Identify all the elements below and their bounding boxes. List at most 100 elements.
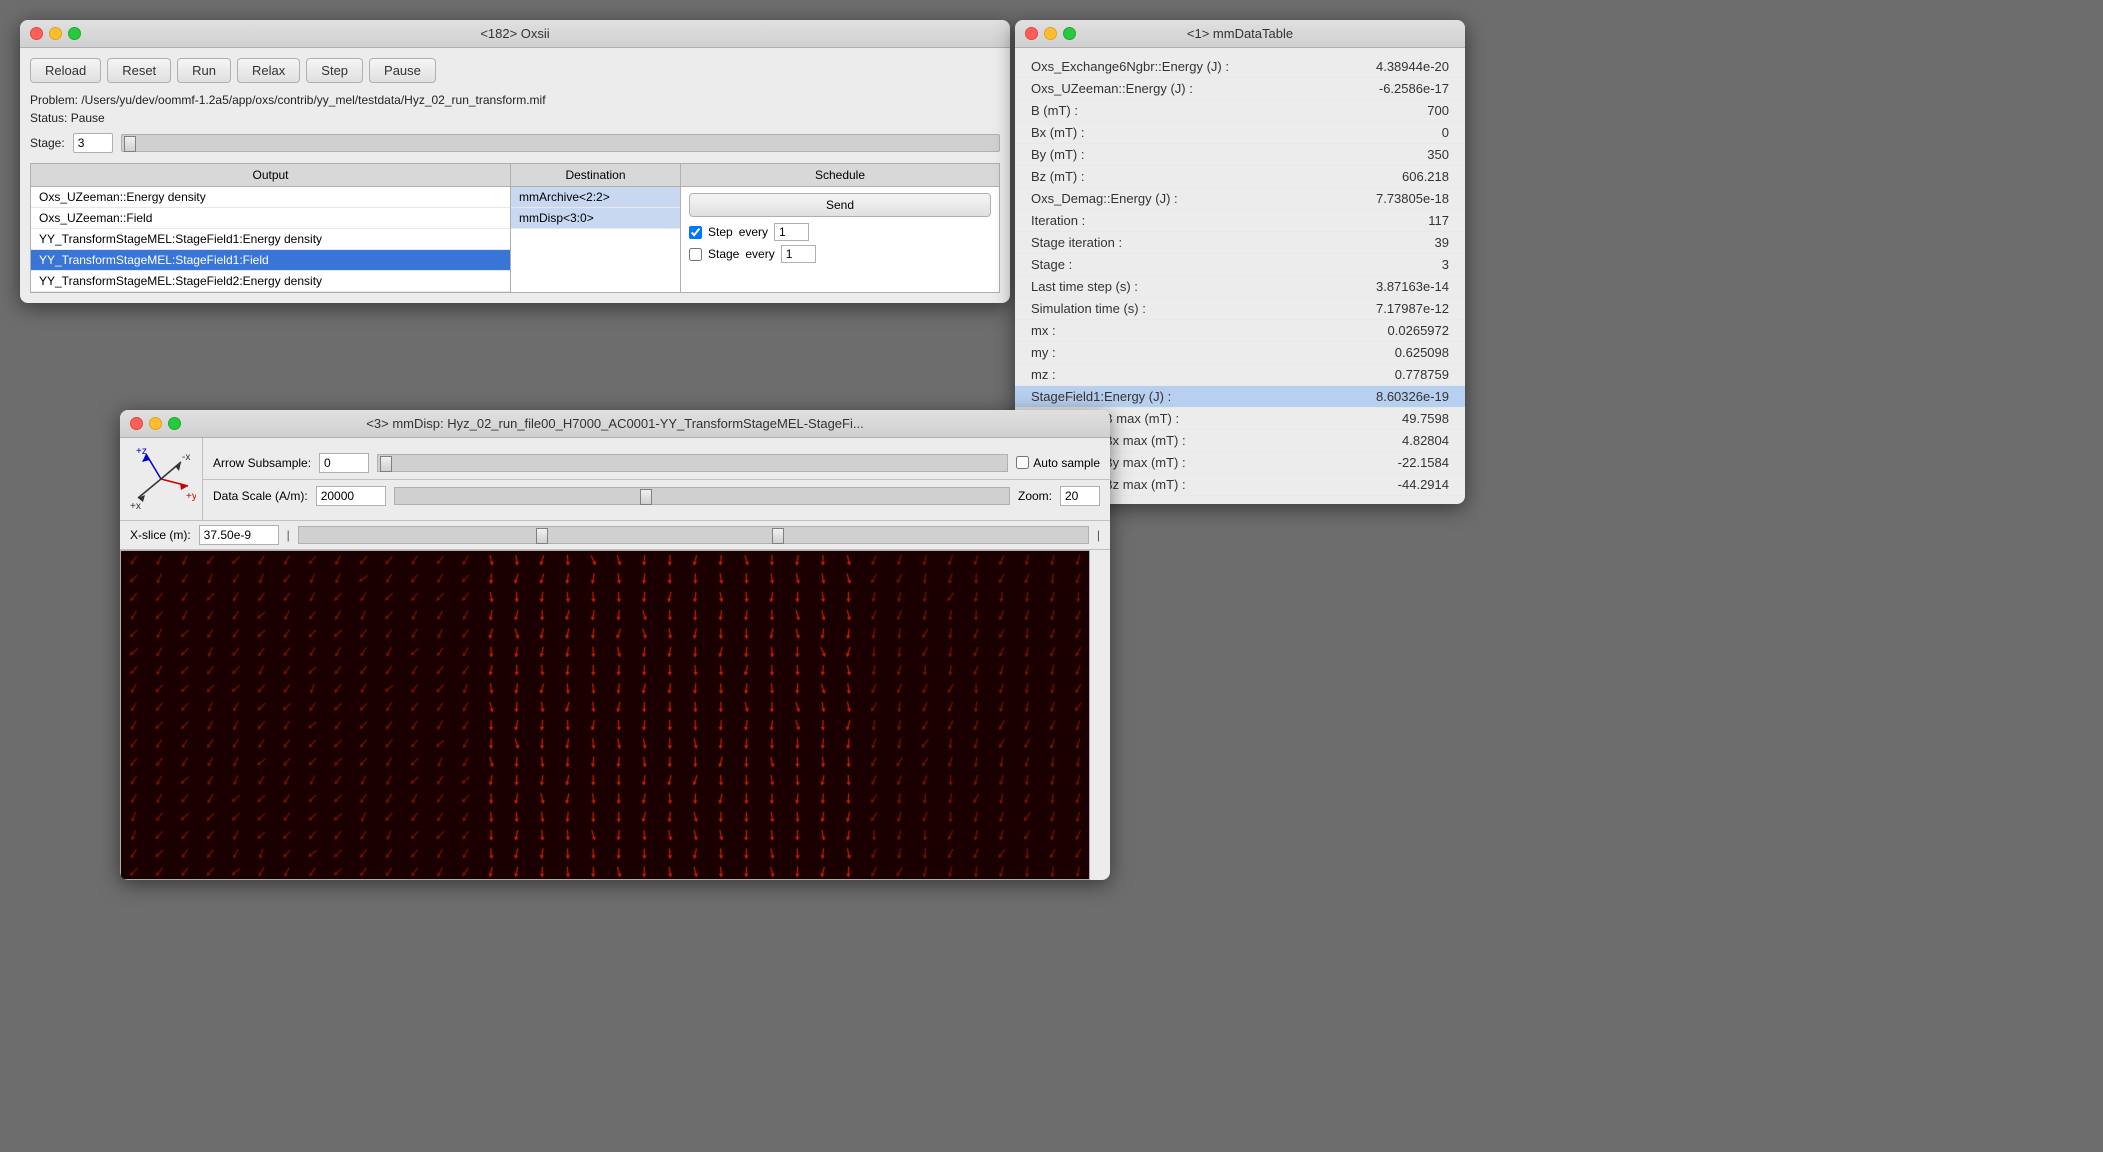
arrow-subsample-input[interactable]: 0 [319, 453, 369, 473]
output-column: Output Oxs_UZeeman::Energy density Oxs_U… [31, 164, 511, 292]
svg-text:+x: +x [130, 501, 141, 512]
dt-label-1: Oxs_UZeeman::Energy (J) : [1031, 81, 1193, 96]
stage-input[interactable]: 3 [73, 133, 113, 153]
oxsii-title-bar: <182> Oxsii [20, 20, 1010, 48]
dt-label-15: StageField1:Energy (J) : [1031, 389, 1171, 404]
dt-row-0: Oxs_Exchange6Ngbr::Energy (J) : 4.38944e… [1015, 56, 1465, 78]
dt-label-6: Oxs_Demag::Energy (J) : [1031, 191, 1178, 206]
dest-item-1[interactable]: mmDisp<3:0> [511, 208, 680, 229]
dt-value-17: 4.82804 [1402, 433, 1449, 448]
dt-value-16: 49.7598 [1402, 411, 1449, 426]
output-header: Output [31, 164, 510, 187]
step-every-input[interactable]: 1 [774, 223, 809, 241]
stage-row: Stage: 3 [30, 133, 1000, 153]
dt-value-8: 39 [1435, 235, 1449, 250]
dt-row-3: Bx (mT) : 0 [1015, 122, 1465, 144]
output-item-2[interactable]: YY_TransformStageMEL:StageField1:Energy … [31, 229, 510, 250]
oxsii-minimize-button[interactable] [49, 27, 62, 40]
stage-slider[interactable] [121, 134, 1000, 152]
xslice-input[interactable]: 37.50e-9 [199, 525, 279, 545]
zoom-input[interactable]: 20 [1060, 486, 1100, 506]
pause-button[interactable]: Pause [369, 58, 436, 83]
datatable-maximize-button[interactable] [1063, 27, 1076, 40]
output-item-1[interactable]: Oxs_UZeeman::Field [31, 208, 510, 229]
dt-row-11: Simulation time (s) : 7.17987e-12 [1015, 298, 1465, 320]
datatable-title: <1> mmDataTable [1187, 26, 1293, 41]
xslice-marker: | [287, 528, 290, 542]
oxsii-close-button[interactable] [30, 27, 43, 40]
dt-row-2: B (mT) : 700 [1015, 100, 1465, 122]
schedule-header: Schedule [681, 164, 999, 187]
dt-label-14: mz : [1031, 367, 1056, 382]
oxsii-maximize-button[interactable] [68, 27, 81, 40]
datatable-traffic-lights [1025, 27, 1076, 40]
xslice-slider[interactable] [298, 526, 1089, 544]
reload-button[interactable]: Reload [30, 58, 101, 83]
svg-text:+y: +y [186, 491, 196, 502]
destination-header: Destination [511, 164, 680, 187]
output-item-0[interactable]: Oxs_UZeeman::Energy density [31, 187, 510, 208]
axis-diagram: +z -x +y +x [126, 444, 196, 514]
dt-value-15: 8.60326e-19 [1376, 389, 1449, 404]
dt-value-4: 350 [1427, 147, 1449, 162]
step-checkbox[interactable] [689, 226, 702, 239]
data-scale-slider[interactable] [394, 487, 1010, 505]
dt-row-15: StageField1:Energy (J) : 8.60326e-19 [1015, 386, 1465, 408]
step-button[interactable]: Step [306, 58, 363, 83]
data-scale-input[interactable]: 20000 [316, 486, 386, 506]
arrow-subsample-slider[interactable] [377, 454, 1008, 472]
dt-value-14: 0.778759 [1395, 367, 1449, 382]
stage-every-input[interactable]: 1 [781, 245, 816, 263]
dt-value-10: 3.87163e-14 [1376, 279, 1449, 294]
mmdisp-title-bar: <3> mmDisp: Hyz_02_run_file00_H7000_AC00… [120, 410, 1110, 438]
dt-label-11: Simulation time (s) : [1031, 301, 1146, 316]
vector-field-display[interactable] [120, 550, 1090, 880]
dt-value-5: 606.218 [1402, 169, 1449, 184]
xslice-label: X-slice (m): [130, 528, 191, 542]
dt-value-6: 7.73805e-18 [1376, 191, 1449, 206]
dt-row-4: By (mT) : 350 [1015, 144, 1465, 166]
xslice-row: X-slice (m): 37.50e-9 | | [120, 521, 1110, 550]
stage-every-label: every [745, 247, 774, 261]
datatable-title-bar: <1> mmDataTable [1015, 20, 1465, 48]
dest-item-0[interactable]: mmArchive<2:2> [511, 187, 680, 208]
run-button[interactable]: Run [177, 58, 231, 83]
datatable-minimize-button[interactable] [1044, 27, 1057, 40]
stage-sched-checkbox[interactable] [689, 248, 702, 261]
xslice-end-marker: | [1097, 528, 1100, 542]
datatable-close-button[interactable] [1025, 27, 1038, 40]
mmdisp-title: <3> mmDisp: Hyz_02_run_file00_H7000_AC00… [366, 416, 863, 431]
dt-value-11: 7.17987e-12 [1376, 301, 1449, 316]
mmdisp-minimize-button[interactable] [149, 417, 162, 430]
mmdisp-traffic-lights [130, 417, 181, 430]
oxsii-traffic-lights [30, 27, 81, 40]
send-button[interactable]: Send [689, 193, 991, 217]
dt-label-5: Bz (mT) : [1031, 169, 1084, 184]
stage-schedule-row: Stage every 1 [689, 245, 991, 263]
problem-path: Problem: /Users/yu/dev/oommf-1.2a5/app/o… [30, 93, 1000, 107]
auto-sample-container: Auto sample [1016, 456, 1100, 470]
reset-button[interactable]: Reset [107, 58, 171, 83]
output-item-4[interactable]: YY_TransformStageMEL:StageField2:Energy … [31, 271, 510, 292]
dt-row-8: Stage iteration : 39 [1015, 232, 1465, 254]
dt-label-13: my : [1031, 345, 1056, 360]
svg-text:-x: -x [182, 452, 190, 463]
relax-button[interactable]: Relax [237, 58, 300, 83]
dt-row-1: Oxs_UZeeman::Energy (J) : -6.2586e-17 [1015, 78, 1465, 100]
oxsii-title: <182> Oxsii [480, 26, 549, 41]
dt-value-7: 117 [1428, 213, 1449, 228]
dt-value-9: 3 [1442, 257, 1449, 272]
auto-sample-label: Auto sample [1033, 456, 1100, 470]
dt-row-5: Bz (mT) : 606.218 [1015, 166, 1465, 188]
dt-row-14: mz : 0.778759 [1015, 364, 1465, 386]
mmdisp-maximize-button[interactable] [168, 417, 181, 430]
destination-list: mmArchive<2:2> mmDisp<3:0> [511, 187, 680, 229]
output-item-3[interactable]: YY_TransformStageMEL:StageField1:Field [31, 250, 510, 271]
zoom-label: Zoom: [1018, 489, 1052, 503]
auto-sample-checkbox[interactable] [1016, 456, 1029, 469]
dt-row-9: Stage : 3 [1015, 254, 1465, 276]
dt-value-1: -6.2586e-17 [1379, 81, 1449, 96]
dt-label-10: Last time step (s) : [1031, 279, 1138, 294]
dt-row-6: Oxs_Demag::Energy (J) : 7.73805e-18 [1015, 188, 1465, 210]
mmdisp-close-button[interactable] [130, 417, 143, 430]
